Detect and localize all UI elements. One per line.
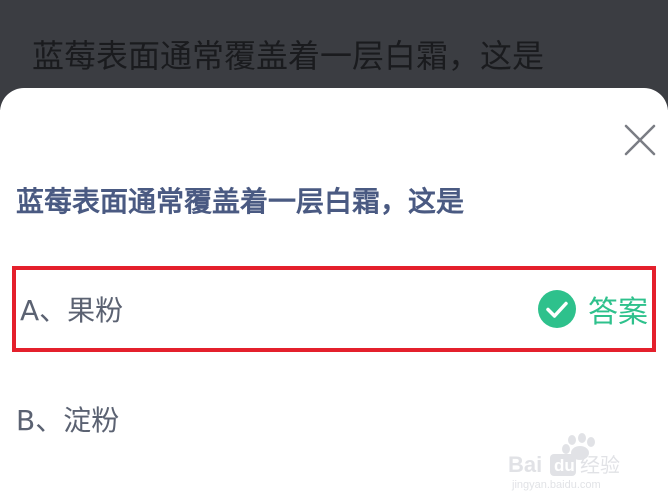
option-a[interactable]: A、果粉 答案 (12, 266, 656, 352)
background-question-title: 蓝莓表面通常覆盖着一层白霜，这是 (32, 37, 545, 75)
baidu-jingyan-watermark: Bai du 经验 jingyan.baidu.com (508, 432, 638, 496)
close-icon (624, 124, 656, 156)
close-button[interactable] (622, 122, 658, 158)
quiz-screen: 蓝莓表面通常覆盖着一层白霜，这是 蓝莓表面通常覆盖着一层白霜，这是 A、果粉 答… (0, 0, 668, 504)
option-a-label: A、果粉 (20, 294, 124, 327)
watermark-brand-secondary: 经验 (580, 453, 620, 477)
check-circle-icon (538, 290, 576, 328)
watermark-url: jingyan.baidu.com (511, 479, 601, 491)
watermark-brand: Bai (508, 452, 542, 477)
answer-label: 答案 (588, 295, 648, 330)
svg-text:du: du (554, 456, 575, 475)
question-title: 蓝莓表面通常覆盖着一层白霜，这是 (16, 185, 465, 218)
answer-indicator: 答案 (538, 287, 648, 331)
option-b-label: B、淀粉 (16, 404, 120, 437)
